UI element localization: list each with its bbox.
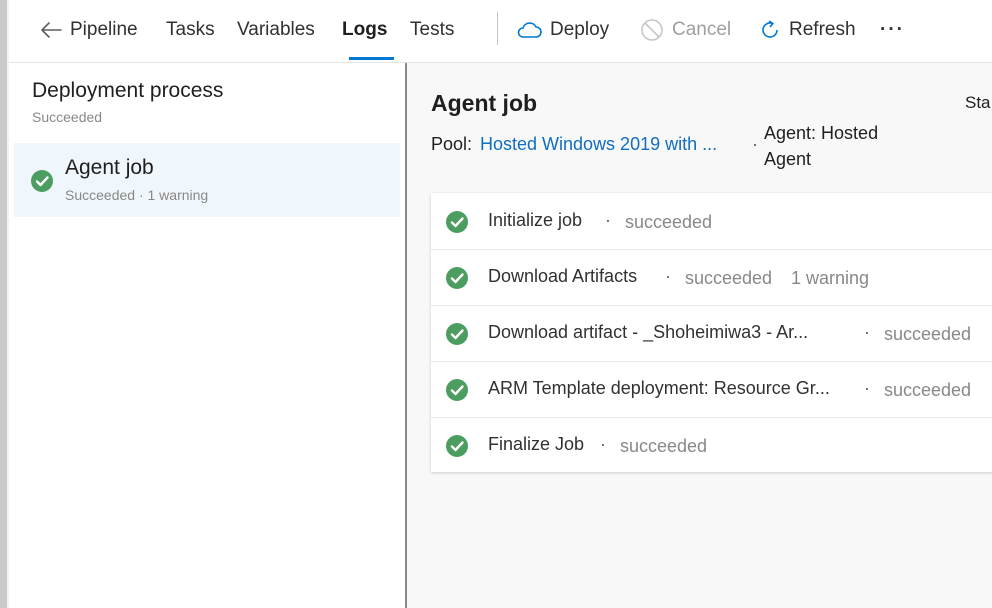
- check-circle-icon: [30, 169, 54, 198]
- top-toolbar: Pipeline Tasks Variables Logs Tests Depl…: [9, 0, 992, 63]
- step-status: succeeded: [625, 212, 713, 232]
- step-name: Download artifact - _Shoheimiwa3 - Ar...: [488, 322, 809, 342]
- step-separator: ·: [605, 210, 611, 230]
- check-circle-icon: [445, 210, 469, 239]
- back-to-pipeline-button[interactable]: Pipeline: [40, 0, 138, 60]
- cancel-button[interactable]: Cancel: [640, 0, 731, 60]
- check-circle-icon: [445, 378, 469, 407]
- truncated-header-text: Sta: [965, 93, 991, 112]
- step-row[interactable]: Initialize job · succeeded: [431, 193, 992, 250]
- step-status: succeeded: [884, 324, 972, 344]
- step-row[interactable]: ARM Template deployment: Resource Gr... …: [431, 361, 992, 418]
- step-name: ARM Template deployment: Resource Gr...: [488, 378, 830, 398]
- cancel-label: Cancel: [672, 19, 732, 40]
- tab-tasks[interactable]: Tasks: [166, 0, 215, 60]
- cloud-icon: [516, 21, 542, 39]
- deploy-label: Deploy: [550, 19, 610, 40]
- agent-label: Agent: Hosted Agent: [764, 123, 879, 169]
- step-status: succeeded: [620, 436, 708, 456]
- tab-logs-selected-indicator: [349, 57, 394, 60]
- window-left-edge: [0, 0, 7, 608]
- toolbar-divider: [497, 12, 498, 45]
- check-circle-icon: [445, 322, 469, 351]
- tab-tests[interactable]: Tests: [410, 0, 454, 60]
- deployment-process-status: Succeeded: [32, 109, 103, 125]
- step-row[interactable]: Download Artifacts · succeeded 1 warning: [431, 249, 992, 306]
- step-status: succeeded: [884, 380, 972, 400]
- pool-label: Pool:: [431, 134, 473, 154]
- step-name: Initialize job: [488, 210, 583, 230]
- step-row[interactable]: Finalize Job · succeeded: [431, 417, 992, 473]
- deployment-process-panel: Deployment process Succeeded Agent job S…: [9, 63, 405, 608]
- agent-job-header: Agent job: [431, 90, 538, 116]
- step-separator: ·: [665, 266, 671, 286]
- refresh-icon: [759, 19, 781, 41]
- pool-separator: ·: [752, 134, 758, 154]
- refresh-label: Refresh: [789, 19, 856, 40]
- cancel-circle-icon: [640, 18, 664, 42]
- step-row[interactable]: Download artifact - _Shoheimiwa3 - Ar...…: [431, 305, 992, 362]
- tab-variables[interactable]: Variables: [237, 0, 315, 60]
- refresh-button[interactable]: Refresh: [759, 0, 856, 60]
- step-name: Finalize Job: [488, 434, 585, 454]
- step-separator: ·: [864, 378, 870, 398]
- agent-job-list-item[interactable]: Agent job Succeeded · 1 warning: [14, 143, 400, 217]
- arrow-left-icon: [40, 21, 62, 39]
- agent-job-subtitle: Succeeded · 1 warning: [65, 187, 209, 203]
- agent-job-title: Agent job: [65, 156, 154, 179]
- step-name: Download Artifacts: [488, 266, 638, 286]
- more-actions-button[interactable]: ···: [880, 0, 905, 60]
- pool-link[interactable]: Hosted Windows 2019 with ...: [480, 134, 717, 155]
- check-circle-icon: [445, 434, 469, 463]
- step-separator: ·: [864, 322, 870, 342]
- step-separator: ·: [600, 434, 606, 454]
- job-steps-list: Initialize job · succeeded Download Arti…: [431, 193, 992, 472]
- deploy-button[interactable]: Deploy: [516, 0, 609, 60]
- agent-job-details-panel: Agent job Sta Pool: Hosted Windows 2019 …: [407, 63, 992, 608]
- step-warning-count: 1 warning: [791, 268, 870, 288]
- check-circle-icon: [445, 266, 469, 295]
- pipeline-tab-label: Pipeline: [70, 19, 138, 40]
- tab-logs[interactable]: Logs: [342, 0, 387, 60]
- deployment-process-title: Deployment process: [32, 79, 224, 102]
- step-status: succeeded: [685, 268, 773, 288]
